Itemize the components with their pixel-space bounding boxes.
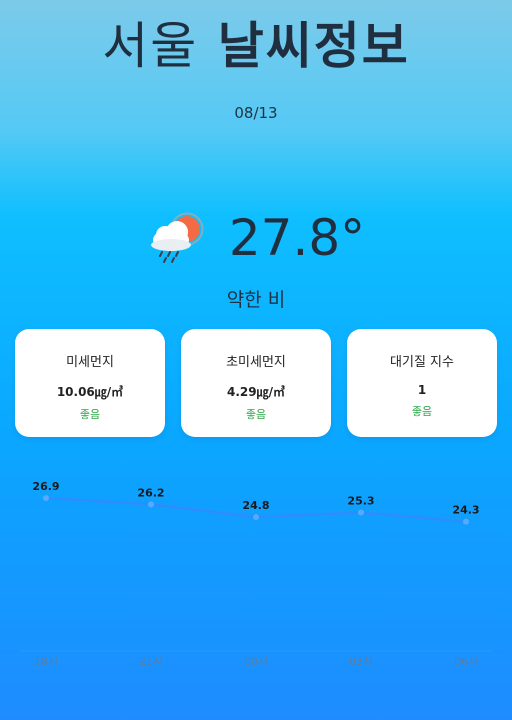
data-label: 26.9 <box>32 480 59 493</box>
cloud-sun-rain-icon <box>150 212 204 263</box>
date-label: 08/13 <box>234 104 278 122</box>
card-label: 대기질 지수 <box>390 355 454 370</box>
x-tick-label: 03시 <box>349 655 373 668</box>
card-status: 좋음 <box>411 405 433 418</box>
card-status: 좋음 <box>245 408 267 421</box>
temperature: 27.8° <box>228 209 366 267</box>
temperature-chart: 26.9 18시 26.2 21시 24.8 00시 25.3 03시 24.3 06시 <box>20 480 492 668</box>
title-text: 날씨정보 <box>217 17 410 75</box>
data-point <box>148 501 154 508</box>
card-pm25: 초미세먼지 4.29㎍/㎥ 좋음 <box>181 329 331 437</box>
data-point <box>463 518 469 525</box>
current-weather: 27.8° <box>0 203 512 273</box>
card-pm10: 미세먼지 10.06㎍/㎥ 좋음 <box>15 329 165 437</box>
data-label: 24.8 <box>242 499 269 512</box>
data-point <box>43 495 49 502</box>
city-name: 서울 <box>102 17 199 75</box>
card-label: 미세먼지 <box>66 355 114 370</box>
weather-condition: 약한 비 <box>226 289 286 311</box>
card-status: 좋음 <box>79 408 101 421</box>
card-value: 1 <box>417 383 427 397</box>
data-label: 25.3 <box>347 495 374 508</box>
data-label: 26.2 <box>137 486 164 499</box>
data-point <box>253 514 259 521</box>
data-point <box>358 509 364 516</box>
card-value: 10.06㎍/㎥ <box>56 385 124 399</box>
x-tick-label: 18시 <box>34 655 58 668</box>
card-aqi: 대기질 지수 1 좋음 <box>347 329 497 437</box>
x-tick-label: 00시 <box>244 655 268 668</box>
page-title: 서울 날씨정보 <box>0 6 512 78</box>
data-label: 24.3 <box>452 504 479 517</box>
card-label: 초미세먼지 <box>226 355 286 370</box>
card-value: 4.29㎍/㎥ <box>227 385 285 399</box>
x-tick-label: 21시 <box>139 655 163 668</box>
x-tick-label: 06시 <box>454 655 478 668</box>
